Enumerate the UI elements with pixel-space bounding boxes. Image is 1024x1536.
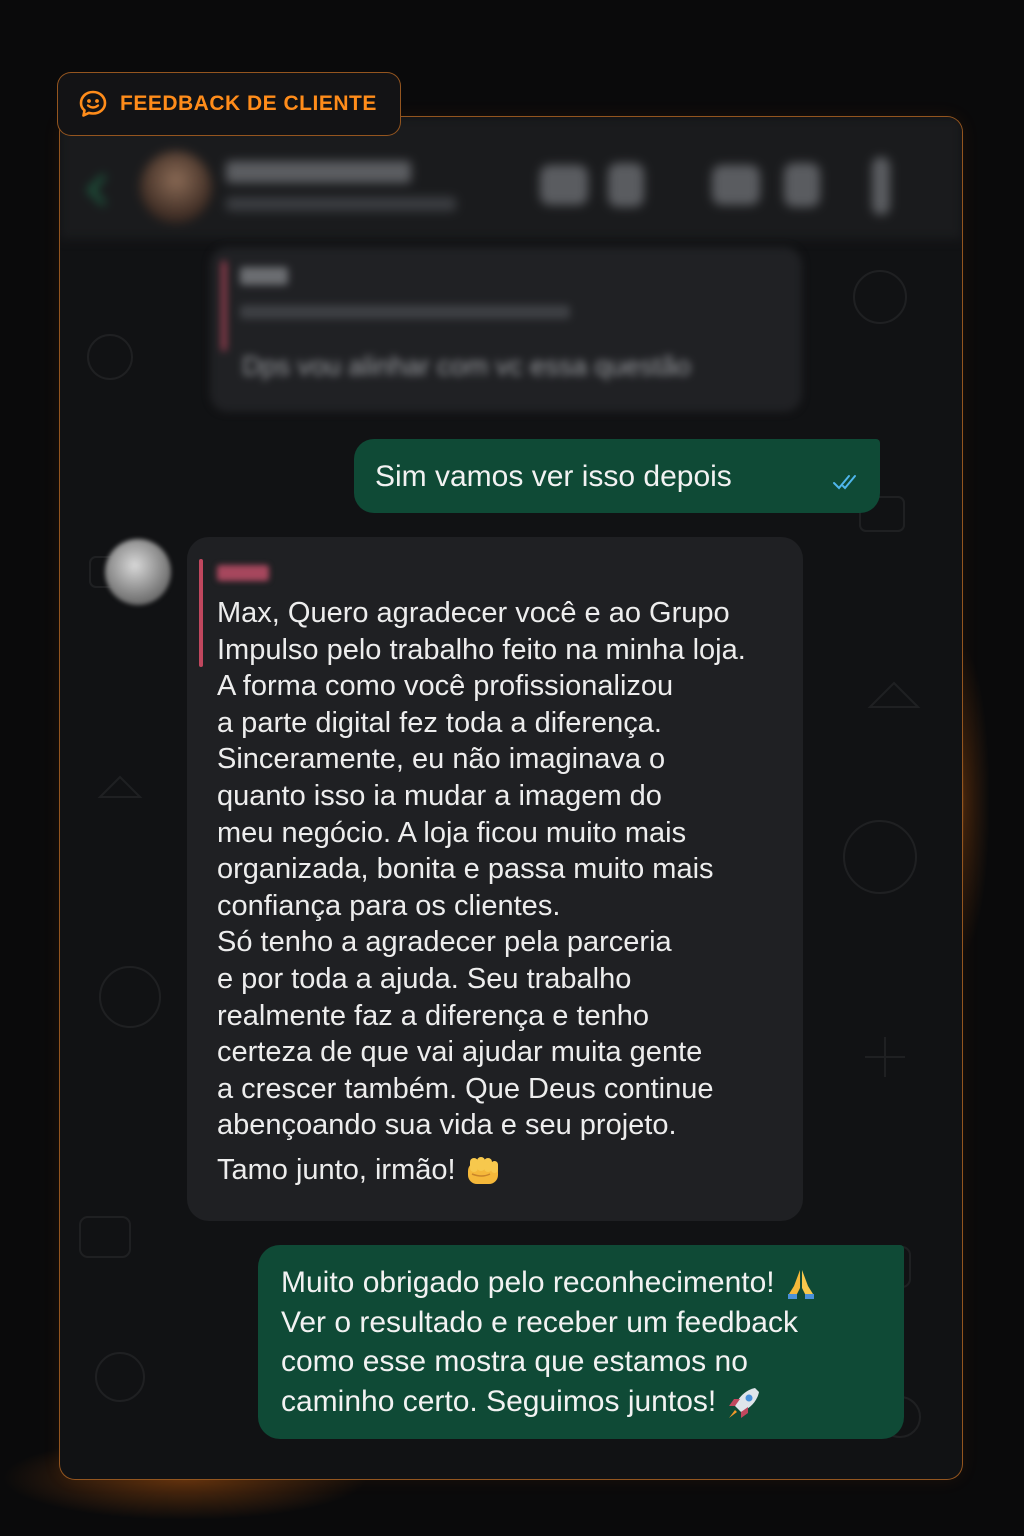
message-line: A forma como você profissionalizou [217,670,674,703]
message-line: Sinceramente, eu não imaginava o [217,743,666,776]
blurred-incoming-message: Dps vou alinhar com vc essa questão [210,247,802,412]
message-text: Sim vamos ver isso depois [375,460,732,493]
message-line: caminho certo. Seguimos juntos! [281,1382,904,1422]
contact-status-redacted [226,197,456,211]
sender-name-redacted [217,565,269,581]
praying-hands-emoji [787,1270,814,1300]
message-line-text: Muito obrigado pelo reconhecimento! [281,1266,775,1299]
message-text: Dps vou alinhar com vc essa questão [242,351,691,381]
message-line: confiança para os clientes. [217,889,561,922]
message-line: realmente faz a diferença e tenho [217,999,650,1032]
message-line: e por toda a ajuda. Seu trabalho [217,962,632,995]
contact-name-redacted [226,161,411,183]
signoff-text: Tamo junto, irmão! [217,1153,456,1186]
contact-avatar[interactable] [140,151,212,223]
video-call-icon[interactable] [712,165,760,205]
phone-call-icon[interactable] [784,163,820,207]
message-line: Ver o resultado e receber um feedback [281,1305,798,1339]
feedback-badge: FEEDBACK DE CLIENTE [57,72,401,136]
message-line: quanto isso ia mudar a imagem do [217,779,662,812]
video-call-icon[interactable] [540,165,588,205]
badge-label: FEEDBACK DE CLIENTE [120,92,377,115]
message-line: Muito obrigado pelo reconhecimento! [281,1263,904,1303]
outgoing-message: Sim vamos ver isso depois [354,439,880,513]
message-signoff: Tamo junto, irmão! [217,1152,787,1189]
message-line: meu negócio. A loja ficou muito mais [217,816,687,849]
message-line: Max, Quero agradecer você e ao Grupo [217,597,730,629]
message-line: abençoando sua vida e seu projeto. [217,1109,677,1142]
message-line: a parte digital fez toda a diferença. [217,706,662,739]
incoming-message: Max, Quero agradecer você e ao Grupo Imp… [187,537,803,1221]
message-line: Só tenho a agradecer pela parceria [217,926,672,959]
quoted-text-redacted [240,305,570,319]
quote-bar [222,261,226,351]
message-line-text: caminho certo. Seguimos juntos! [281,1384,717,1418]
outgoing-message: Muito obrigado pelo reconhecimento! Ver … [258,1245,904,1439]
message-line: Impulso pelo trabalho feito na minha loj… [217,633,746,666]
chat-window: Dps vou alinhar com vc essa questão Sim … [59,116,963,1480]
chat-bubble-smile-icon [79,90,107,117]
message-line: organizada, bonita e passa muito mais [217,853,714,886]
rocket-emoji [728,1387,759,1418]
fist-emoji [467,1157,498,1185]
message-line: certeza de que vai ajudar muita gente [217,1036,703,1069]
phone-call-icon[interactable] [608,163,644,207]
sender-avatar[interactable] [105,539,171,605]
message-text: Max, Quero agradecer você e ao Grupo Imp… [217,595,787,1189]
quote-bar [199,559,203,667]
message-line: como esse mostra que estamos no [281,1345,748,1378]
quoted-author-redacted [240,267,288,285]
message-line: a crescer também. Que Deus continue [217,1072,714,1105]
back-arrow-icon[interactable] [87,174,119,206]
double-check-icon [833,475,856,490]
more-options-icon[interactable] [872,157,890,215]
